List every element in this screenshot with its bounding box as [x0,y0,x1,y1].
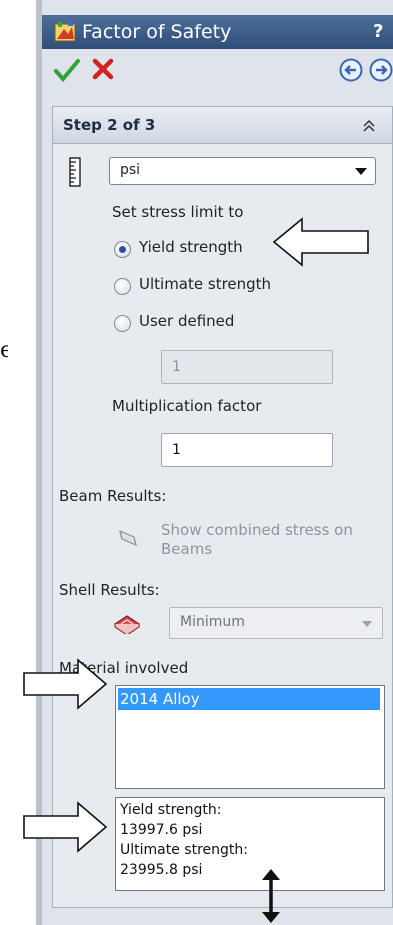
ultimate-strength-label[interactable]: Ultimate strength [139,275,271,293]
multiplication-label: Multiplication factor [112,397,262,415]
next-icon[interactable] [369,58,393,82]
user-defined-field: 1 [161,350,333,384]
check-icon[interactable] [54,58,80,82]
window-title: Factor of Safety [82,21,232,43]
left-arrow-annotation [272,217,369,267]
step-title: Step 2 of 3 [63,116,156,134]
collapse-icon[interactable] [362,119,376,133]
shell-results-dropdown: Minimum [169,607,383,639]
radio-yield-strength[interactable] [114,241,131,258]
chevron-down-icon [362,621,372,627]
user-defined-value: 1 [172,359,181,375]
beam-icon [119,529,137,547]
title-bar: Factor of Safety ? [42,15,393,49]
property-manager: Factor of Safety ? Step 2 of 3 psi Set s… [42,0,393,925]
multiplication-field[interactable]: 1 [161,433,333,467]
model-icon [54,22,76,42]
radio-user-defined[interactable] [114,315,131,332]
step-header[interactable]: Step 2 of 3 [53,107,392,144]
ruler-icon [69,157,81,187]
material-properties-box: Yield strength: 13997.6 psi Ultimate str… [115,797,385,891]
multiplication-value: 1 [172,442,181,458]
radio-ultimate-strength[interactable] [114,278,131,295]
units-value: psi [120,162,141,178]
shell-results-label: Shell Results: [59,581,160,599]
cropped-text-fragment: e [0,338,8,363]
material-list[interactable]: 2014 Alloy [115,685,385,789]
right-arrow-annotation [23,801,108,853]
chevron-down-icon [355,168,367,175]
yield-strength-value: 13997.6 psi [120,822,203,838]
right-arrow-annotation [23,658,108,710]
yield-strength-label[interactable]: Yield strength [139,238,243,256]
ultimate-strength-heading: Ultimate strength: [120,842,248,858]
close-icon[interactable] [91,57,115,81]
material-name: 2014 Alloy [120,690,200,708]
stress-limit-label: Set stress limit to [112,203,244,221]
list-item[interactable]: 2014 Alloy [118,688,380,710]
units-dropdown[interactable]: psi [109,157,376,185]
double-arrow-annotation [262,869,280,923]
beam-results-label: Beam Results: [59,487,167,505]
yield-strength-heading: Yield strength: [120,802,222,818]
back-icon[interactable] [339,58,363,82]
user-defined-label[interactable]: User defined [139,312,234,330]
help-button[interactable]: ? [373,21,383,42]
shell-icon [113,615,141,634]
show-combined-stress-checkbox: Show combined stress on Beams [161,521,353,558]
ultimate-strength-value: 23995.8 psi [120,862,203,878]
shell-results-value: Minimum [180,614,245,630]
